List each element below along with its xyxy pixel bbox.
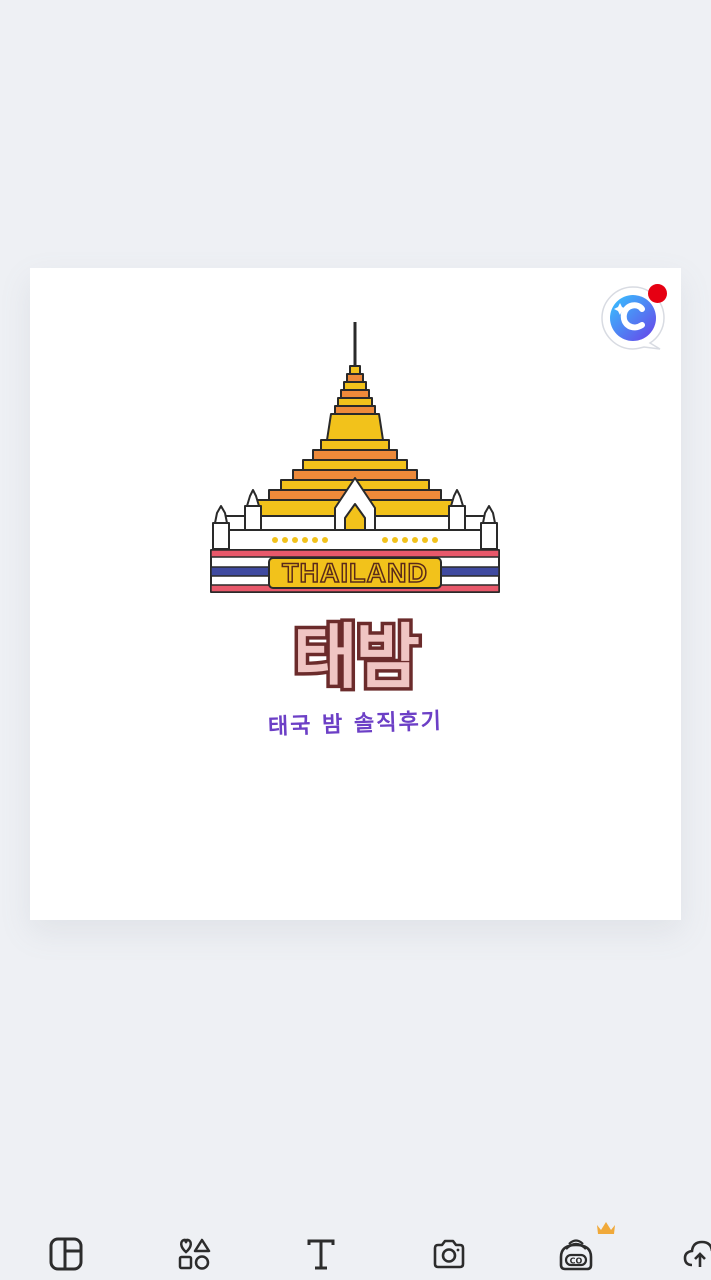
elements-icon [178, 1238, 211, 1270]
text-tool-button[interactable] [301, 1234, 341, 1274]
logo-text: THAILAND [282, 558, 428, 588]
sticker-tool-button[interactable]: CO [556, 1234, 596, 1274]
camera-icon [433, 1239, 465, 1269]
notification-dot [648, 284, 667, 303]
layout-tool-button[interactable] [46, 1234, 86, 1274]
camera-tool-button[interactable] [429, 1234, 469, 1274]
layout-icon [49, 1237, 83, 1271]
svg-text:CO: CO [570, 1257, 583, 1266]
elements-tool-button[interactable] [174, 1234, 214, 1274]
thailand-temple-illustration: THAILAND [205, 318, 505, 598]
cloud-icon [683, 1240, 711, 1267]
text-icon [307, 1239, 335, 1270]
premium-crown-icon [595, 1220, 617, 1236]
canvas-title: 태밤 [290, 613, 424, 702]
cloud-tool-button[interactable] [680, 1234, 711, 1274]
sticker-icon: CO [559, 1239, 593, 1271]
